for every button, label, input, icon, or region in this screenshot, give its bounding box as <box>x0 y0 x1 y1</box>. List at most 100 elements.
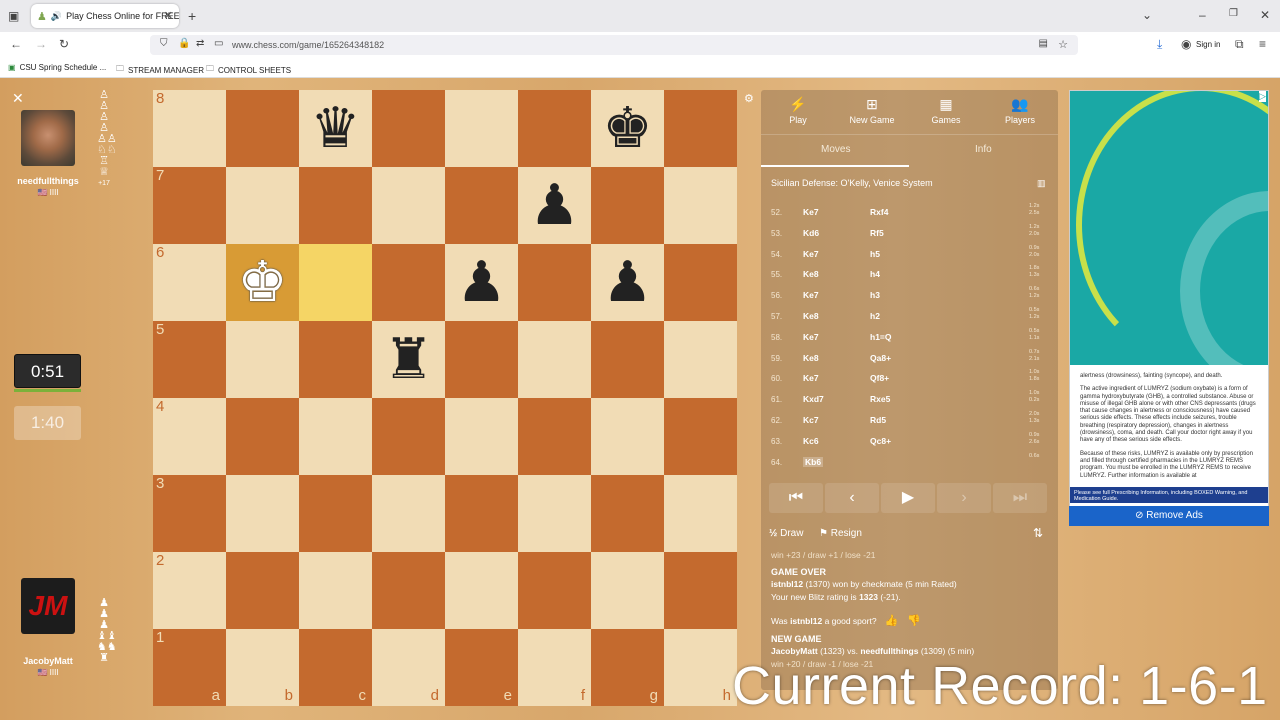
ad-footer[interactable]: Please see full Prescribing Information,… <box>1070 487 1268 503</box>
square-f2[interactable] <box>518 552 591 629</box>
square-d4[interactable] <box>372 398 445 475</box>
square-e4[interactable] <box>445 398 518 475</box>
square-e3[interactable] <box>445 475 518 552</box>
square-e5[interactable] <box>445 321 518 398</box>
black-piece-g6[interactable]: ♟ <box>591 244 664 321</box>
extensions-icon[interactable]: ⧉ <box>1235 37 1244 52</box>
square-f1[interactable]: f <box>518 629 591 706</box>
square-h5[interactable] <box>664 321 737 398</box>
square-d3[interactable] <box>372 475 445 552</box>
bookmark-csu[interactable]: ▣ CSU Spring Schedule ... <box>8 63 106 72</box>
black-move[interactable]: h4 <box>870 269 880 279</box>
window-close-icon[interactable]: ✕ <box>1260 8 1270 22</box>
download-icon[interactable]: ⤓ <box>1157 37 1162 52</box>
square-g1[interactable]: g <box>591 629 664 706</box>
play-button[interactable]: ▶ <box>881 483 935 513</box>
square-g3[interactable] <box>591 475 664 552</box>
black-move[interactable]: Rf5 <box>870 228 884 238</box>
black-piece-d5[interactable]: ♜ <box>372 321 445 398</box>
menu-icon[interactable]: ≡ <box>1259 37 1266 51</box>
next-move-button[interactable]: › <box>937 483 991 513</box>
white-move[interactable]: Ke8 <box>803 353 819 363</box>
new-tab-icon[interactable]: + <box>188 8 196 24</box>
black-piece-g8[interactable]: ♚ <box>591 90 664 167</box>
white-move[interactable]: Ke8 <box>803 269 819 279</box>
square-g7[interactable] <box>591 167 664 244</box>
square-h3[interactable] <box>664 475 737 552</box>
white-move[interactable]: Kc6 <box>803 436 819 446</box>
square-d1[interactable]: d <box>372 629 445 706</box>
white-move[interactable]: Ke8 <box>803 311 819 321</box>
ad-choices-icon[interactable]: ▷ <box>1259 91 1266 102</box>
chess-board[interactable]: 8 7 6 5 4 3 2 1 a b c d e f g h ♛ ♚ ♟ ♚ ♟ ♟ ♜ <box>153 90 739 706</box>
board-settings-gear-icon[interactable]: ⚙ <box>744 92 754 105</box>
thumbs-down-icon[interactable]: 👎 <box>907 615 921 627</box>
subtab-moves[interactable]: Moves <box>821 144 850 155</box>
square-f6[interactable] <box>518 244 591 321</box>
copy-icon[interactable]: ▥ <box>1037 178 1046 189</box>
square-c4[interactable] <box>299 398 372 475</box>
draw-button[interactable]: ½ Draw <box>769 528 803 539</box>
white-move[interactable]: Ke7 <box>803 332 819 342</box>
square-e7[interactable] <box>445 167 518 244</box>
top-player-avatar[interactable] <box>21 110 75 166</box>
square-h2[interactable] <box>664 552 737 629</box>
restore-icon[interactable]: ❐ <box>1229 8 1238 19</box>
square-h7[interactable] <box>664 167 737 244</box>
tab-games[interactable]: ▦ Games <box>909 96 983 125</box>
square-b4[interactable] <box>226 398 299 475</box>
forward-icon[interactable]: → <box>35 37 47 51</box>
square-e8[interactable] <box>445 90 518 167</box>
square-b5[interactable] <box>226 321 299 398</box>
minimize-icon[interactable]: – <box>1199 8 1206 22</box>
square-a2[interactable]: 2 <box>153 552 226 629</box>
black-piece-c8[interactable]: ♛ <box>299 90 372 167</box>
black-move[interactable]: h5 <box>870 249 880 259</box>
square-c1[interactable]: c <box>299 629 372 706</box>
tab-new-game[interactable]: ⊞ New Game <box>835 96 909 125</box>
shield-icon[interactable]: ⛉ <box>160 38 168 49</box>
back-icon[interactable]: ← <box>10 37 22 51</box>
square-b3[interactable] <box>226 475 299 552</box>
square-f8[interactable] <box>518 90 591 167</box>
square-c7[interactable] <box>299 167 372 244</box>
square-b2[interactable] <box>226 552 299 629</box>
account-icon[interactable]: ◉ <box>1181 37 1191 51</box>
square-a1[interactable]: 1a <box>153 629 226 706</box>
square-e1[interactable]: e <box>445 629 518 706</box>
remove-ads-button[interactable]: ⊘ Remove Ads <box>1069 506 1269 526</box>
black-move[interactable]: Rd5 <box>870 415 886 425</box>
square-h1[interactable]: h <box>664 629 737 706</box>
bottom-player-avatar[interactable]: JM <box>21 578 75 634</box>
permissions-icon[interactable]: ⇄ <box>196 38 204 49</box>
speaker-icon[interactable]: 🔊 <box>51 11 62 22</box>
white-piece-b6[interactable]: ♚ <box>226 244 299 321</box>
black-move[interactable]: Qc8+ <box>870 436 891 446</box>
square-c6[interactable] <box>299 244 372 321</box>
square-h4[interactable] <box>664 398 737 475</box>
black-move[interactable]: Qa8+ <box>870 353 891 363</box>
bookmark-star-icon[interactable]: ☆ <box>1058 38 1068 51</box>
square-a7[interactable]: 7 <box>153 167 226 244</box>
tab-menu-chevron-icon[interactable]: ⌄ <box>1142 8 1152 22</box>
square-d7[interactable] <box>372 167 445 244</box>
square-c2[interactable] <box>299 552 372 629</box>
black-move[interactable]: h3 <box>870 290 880 300</box>
top-player-name[interactable]: needfullthings <box>8 176 88 186</box>
white-move[interactable]: Kxd7 <box>803 394 824 404</box>
thumbs-up-icon[interactable]: 👍 <box>885 615 899 627</box>
winner-name[interactable]: istnbl12 <box>771 579 803 589</box>
square-b1[interactable]: b <box>226 629 299 706</box>
square-g2[interactable] <box>591 552 664 629</box>
reader-view-icon[interactable]: ▤ <box>1039 38 1048 49</box>
square-a3[interactable]: 3 <box>153 475 226 552</box>
square-e2[interactable] <box>445 552 518 629</box>
square-a8[interactable]: 8 <box>153 90 226 167</box>
square-g4[interactable] <box>591 398 664 475</box>
first-move-button[interactable]: ⏮ <box>769 483 823 513</box>
square-c5[interactable] <box>299 321 372 398</box>
white-move[interactable]: Ke7 <box>803 373 819 383</box>
page-info-icon[interactable]: ▭ <box>214 38 223 49</box>
resign-button[interactable]: ⚑ Resign <box>819 528 862 539</box>
square-g5[interactable] <box>591 321 664 398</box>
